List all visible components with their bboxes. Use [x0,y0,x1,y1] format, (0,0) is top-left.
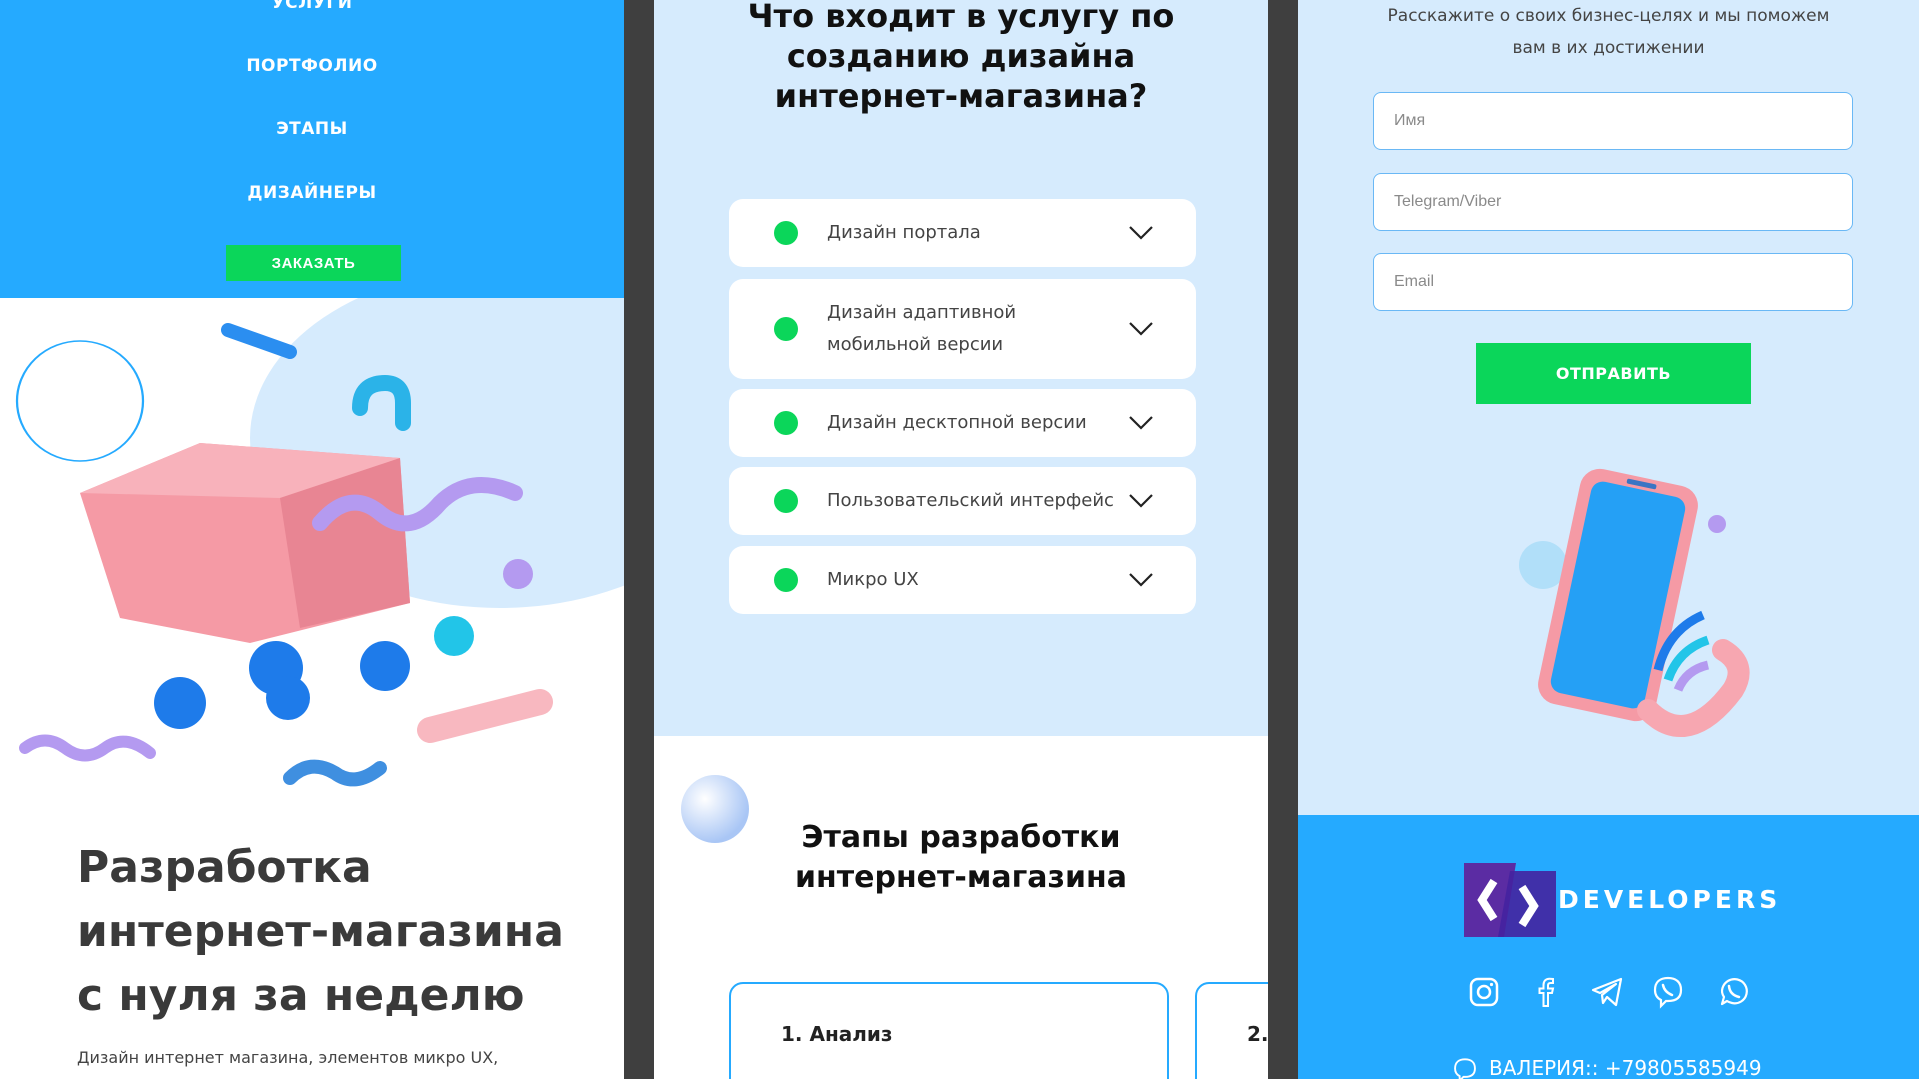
stage-label: 2. [1247,1022,1268,1046]
bullet-dot [774,411,798,435]
name-field[interactable] [1373,92,1853,150]
panel-hero: УСЛУГИ ПОРТФОЛИО ЭТАПЫ ДИЗАЙНЕРЫ ЗАКАЗАТ… [0,0,624,1079]
bullet-dot [774,568,798,592]
accordion-label: Дизайн адаптивной мобильной версии [827,302,1017,355]
chevron-down-icon[interactable] [1128,225,1154,241]
chevron-down-icon[interactable] [1128,493,1154,509]
nav-link-services[interactable]: УСЛУГИ [0,0,624,13]
accordion-item-desktop[interactable]: Дизайн десктопной версии [729,389,1196,457]
chevron-down-icon[interactable] [1128,415,1154,431]
bullet-dot [774,317,798,341]
viber-icon [1454,1058,1476,1079]
stage-card-analysis[interactable]: 1. Анализ [729,982,1169,1079]
services-title: Что входит в услугу по созданию дизайна … [747,0,1175,115]
nav-link-designers[interactable]: ДИЗАЙНЕРЫ [0,183,624,203]
phone-illustration [1519,468,1750,737]
hero-subtitle: Дизайн интернет магазина, элементов микр… [77,1048,499,1067]
accordion-label: Дизайн портала [827,222,981,243]
stage-label: 1. Анализ [781,1022,893,1046]
developers-logo-icon[interactable] [1464,863,1556,937]
stages-title: Этапы разработки интернет-магазина [795,820,1127,895]
accordion-item-micro-ux[interactable]: Микро UX [729,546,1196,614]
submit-button[interactable]: ОТПРАВИТЬ [1476,343,1751,404]
panel-services: Что входит в услугу по созданию дизайна … [654,0,1268,1079]
instagram-icon[interactable] [1467,975,1501,1009]
form-intro: Расскажите о своих бизнес-целях и мы пом… [1387,6,1830,58]
panel-contact: Расскажите о своих бизнес-целях и мы пом… [1298,0,1919,1079]
accordion-item-portal[interactable]: Дизайн портала [729,199,1196,267]
nav-link-portfolio[interactable]: ПОРТФОЛИО [0,56,624,76]
bullet-dot [774,489,798,513]
order-button[interactable]: ЗАКАЗАТЬ [226,245,401,281]
facebook-icon[interactable] [1529,975,1563,1009]
logo-text: DEVELOPERS [1558,885,1782,914]
mobile-menu: УСЛУГИ ПОРТФОЛИО ЭТАПЫ ДИЗАЙНЕРЫ ЗАКАЗАТ… [0,0,624,298]
email-field[interactable] [1373,253,1853,311]
stage-card-next[interactable]: 2. [1195,982,1268,1079]
footer [1298,815,1919,1079]
accordion-label: Микро UX [827,569,919,590]
chevron-down-icon[interactable] [1128,572,1154,588]
chevron-down-icon[interactable] [1128,321,1154,337]
accordion-label: Дизайн десктопной версии [827,412,1087,433]
messenger-field[interactable] [1373,173,1853,231]
contact-phone[interactable]: ВАЛЕРИЯ:: +79805585949 [1489,1056,1762,1079]
accordion-item-ui[interactable]: Пользовательский интерфейс [729,467,1196,535]
accordion-label: Пользовательский интерфейс [827,490,1114,511]
hero-title: Разработка интернет-магазина с нуля за н… [77,842,564,1021]
accordion-item-mobile[interactable]: Дизайн адаптивной мобильной версии [729,279,1196,379]
telegram-icon[interactable] [1590,975,1624,1009]
whatsapp-icon[interactable] [1717,975,1751,1009]
nav-link-stages[interactable]: ЭТАПЫ [0,119,624,139]
bullet-dot [774,221,798,245]
viber-icon[interactable] [1651,975,1685,1009]
hero-illustration [15,298,624,787]
